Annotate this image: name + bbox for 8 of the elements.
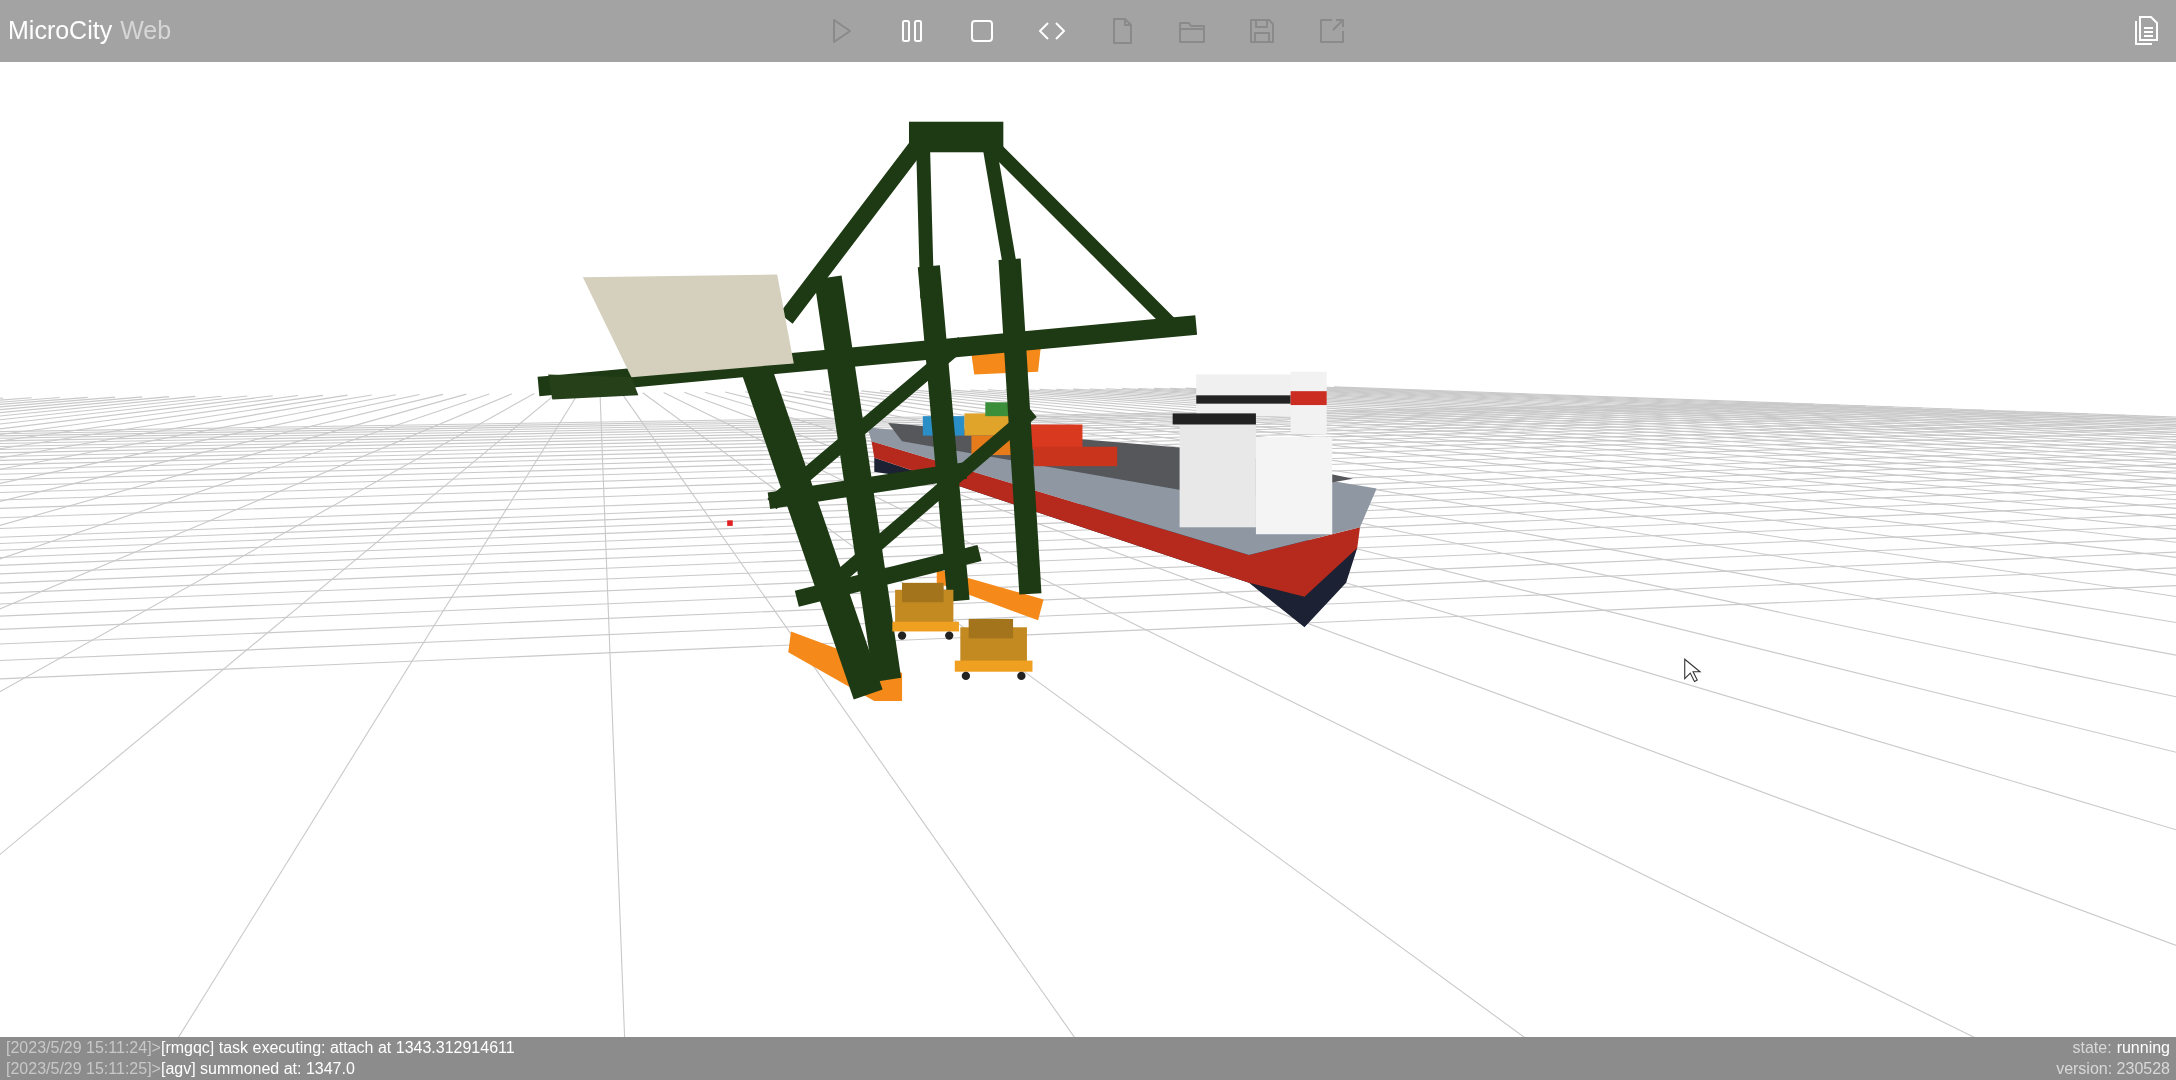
log-message: [agv] summoned at: 1347.0 — [160, 1059, 355, 1079]
log-timestamp: [2023/5/29 15:11:24]> — [6, 1038, 161, 1058]
version-text: version: 230528 — [2056, 1059, 2170, 1079]
state-value: running — [2116, 1038, 2170, 1058]
app-title: MicroCity — [8, 15, 113, 47]
log-timestamp: [2023/5/29 15:11:25]> — [6, 1059, 161, 1079]
state-label: state: — [2072, 1038, 2112, 1058]
log-message: [rmgqc] task executing: attach at 1343.312914611 — [160, 1038, 515, 1058]
